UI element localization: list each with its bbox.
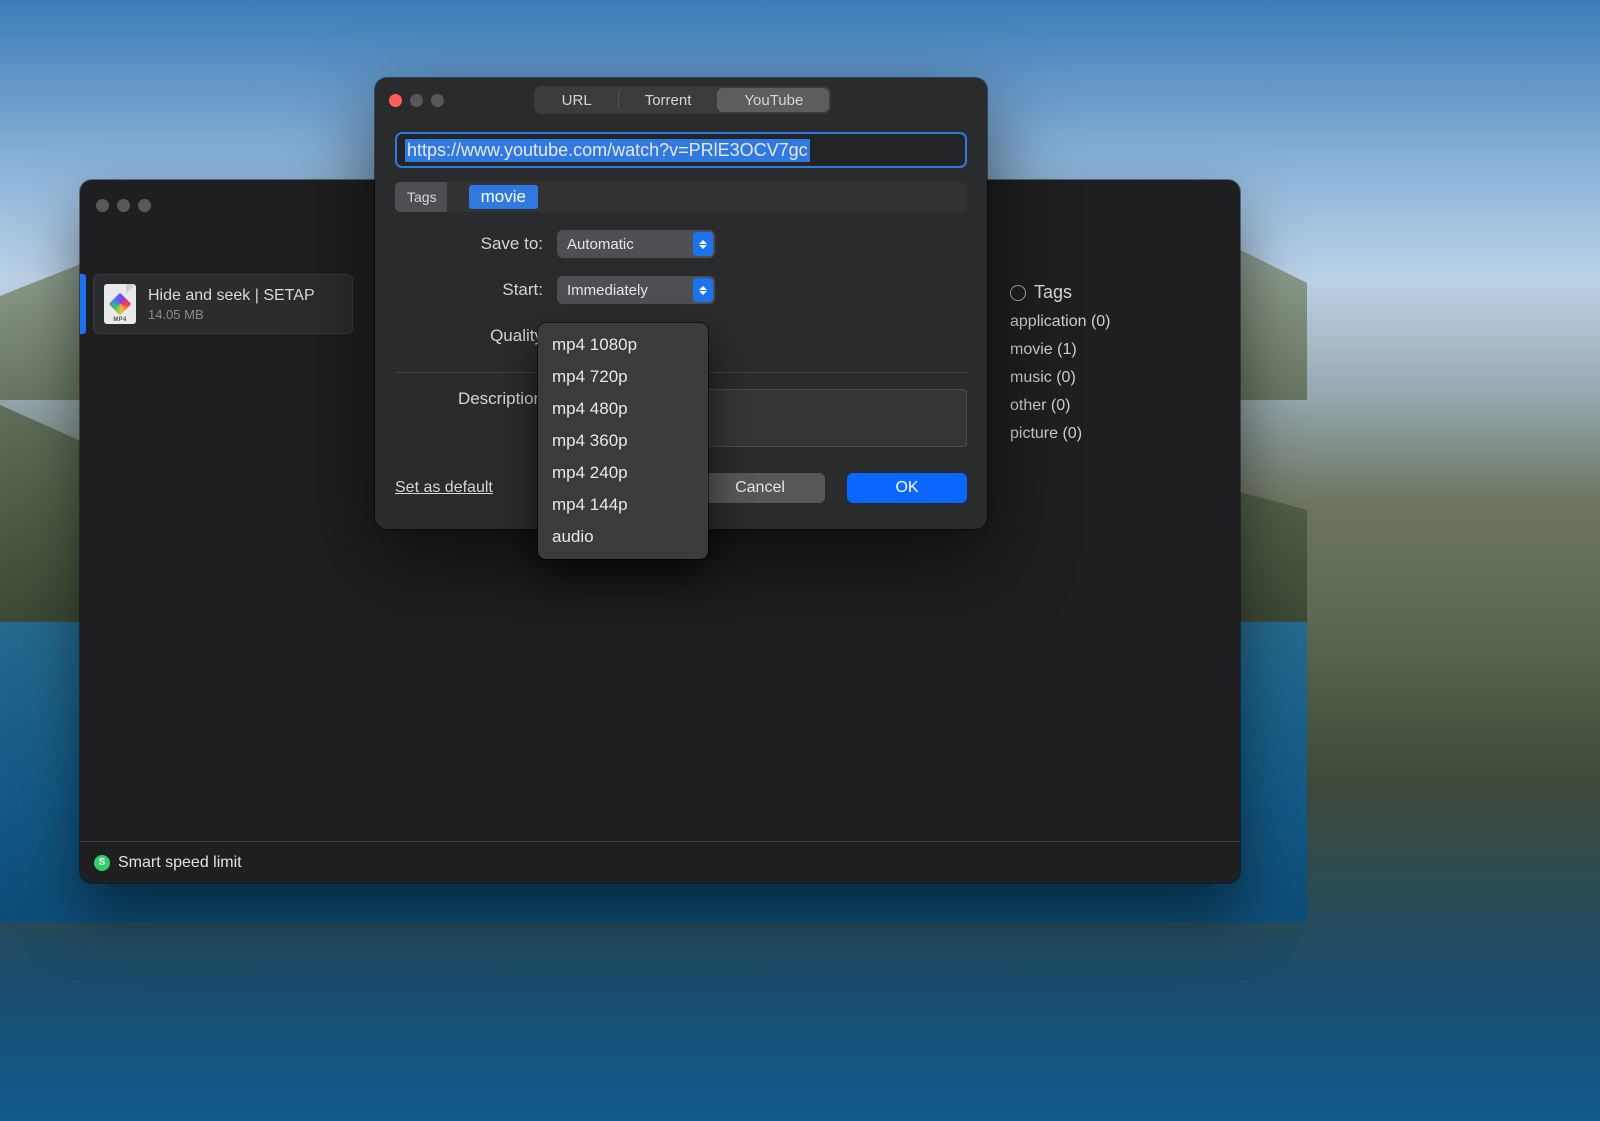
tags-list: application (0) movie (1) music (0) othe…	[1010, 313, 1220, 443]
url-input[interactable]: https://www.youtube.com/watch?v=PRlE3OCV…	[395, 132, 967, 168]
ok-button[interactable]: OK	[847, 473, 967, 503]
chevron-up-down-icon	[693, 232, 713, 256]
quality-option-720p[interactable]: mp4 720p	[538, 361, 708, 393]
quality-dropdown[interactable]: mp4 1080p mp4 720p mp4 480p mp4 360p mp4…	[538, 323, 708, 559]
tab-youtube[interactable]: YouTube	[717, 88, 829, 112]
tags-chip-label: Tags	[395, 182, 447, 212]
save-to-value: Automatic	[567, 236, 634, 253]
tab-url[interactable]: URL	[536, 88, 618, 112]
tab-torrent[interactable]: Torrent	[618, 88, 718, 112]
app-cube-icon	[109, 293, 132, 316]
description-label: Description	[395, 389, 543, 409]
download-title: Hide and seek | SETAP	[148, 287, 315, 305]
quality-label: Quality	[395, 326, 543, 346]
tag-filter-music[interactable]: music (0)	[1010, 369, 1220, 387]
chevron-up-down-icon	[693, 278, 713, 302]
tag-filter-picture[interactable]: picture (0)	[1010, 425, 1220, 443]
quality-option-240p[interactable]: mp4 240p	[538, 457, 708, 489]
quality-option-1080p[interactable]: mp4 1080p	[538, 329, 708, 361]
speed-badge-icon[interactable]: S	[94, 855, 110, 871]
tag-filter-movie[interactable]: movie (1)	[1010, 341, 1220, 359]
status-bar: S Smart speed limit	[80, 841, 1240, 883]
start-label: Start:	[395, 280, 543, 300]
save-to-select[interactable]: Automatic	[557, 230, 715, 258]
status-text[interactable]: Smart speed limit	[118, 854, 242, 872]
save-to-label: Save to:	[395, 234, 543, 254]
url-value: https://www.youtube.com/watch?v=PRlE3OCV…	[405, 139, 810, 162]
quality-option-480p[interactable]: mp4 480p	[538, 393, 708, 425]
start-value: Immediately	[567, 282, 648, 299]
tag-filter-other[interactable]: other (0)	[1010, 397, 1220, 415]
start-select[interactable]: Immediately	[557, 276, 715, 304]
tags-sidebar: Tags application (0) movie (1) music (0)…	[1010, 282, 1220, 443]
download-size: 14.05 MB	[148, 307, 315, 322]
source-type-segmented: URL Torrent YouTube	[534, 86, 832, 114]
dialog-titlebar[interactable]: URL Torrent YouTube	[375, 78, 987, 122]
quality-option-audio[interactable]: audio	[538, 521, 708, 553]
minimize-icon[interactable]	[117, 199, 130, 212]
file-mp4-icon: MP4	[104, 284, 136, 324]
tags-header[interactable]: Tags	[1010, 282, 1220, 303]
tags-input-row[interactable]: Tags movie	[395, 182, 967, 212]
tag-filter-application[interactable]: application (0)	[1010, 313, 1220, 331]
file-type-label: MP4	[104, 317, 136, 323]
download-item-accent	[80, 274, 86, 334]
quality-option-144p[interactable]: mp4 144p	[538, 489, 708, 521]
download-item[interactable]: MP4 Hide and seek | SETAP 14.05 MB	[93, 274, 353, 334]
close-icon[interactable]	[96, 199, 109, 212]
set-as-default-link[interactable]: Set as default	[395, 479, 493, 497]
close-icon[interactable]	[389, 94, 402, 107]
zoom-icon[interactable]	[138, 199, 151, 212]
minimize-icon[interactable]	[410, 94, 423, 107]
add-download-dialog: URL Torrent YouTube https://www.youtube.…	[375, 78, 987, 529]
traffic-lights	[96, 199, 151, 212]
radio-icon[interactable]	[1010, 285, 1026, 301]
download-item-text: Hide and seek | SETAP 14.05 MB	[148, 287, 315, 322]
start-row: Start: Immediately	[395, 276, 967, 304]
tag-token-movie[interactable]: movie	[469, 185, 538, 209]
save-to-row: Save to: Automatic	[395, 230, 967, 258]
tags-header-label: Tags	[1034, 282, 1072, 303]
cancel-button[interactable]: Cancel	[695, 473, 825, 503]
quality-option-360p[interactable]: mp4 360p	[538, 425, 708, 457]
dialog-traffic-lights	[389, 94, 444, 107]
zoom-icon[interactable]	[431, 94, 444, 107]
